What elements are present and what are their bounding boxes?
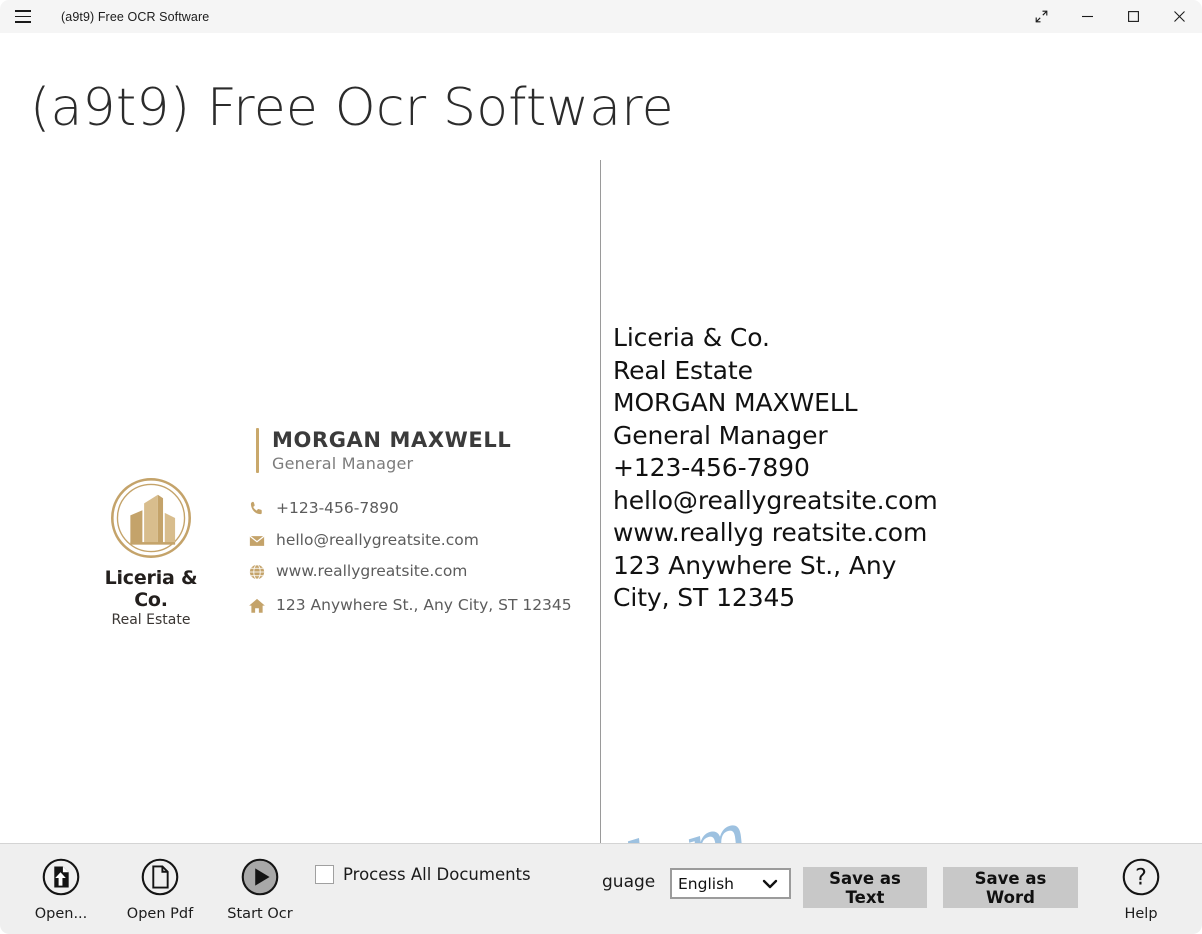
contact-text-phone: +123-456-7890 <box>276 499 399 517</box>
contact-text-website: www.reallygreatsite.com <box>276 562 468 581</box>
card-person-name: MORGAN MAXWELL <box>272 428 512 452</box>
card-logo: Liceria & Co. Real Estate <box>92 475 210 628</box>
window-title: (a9t9) Free OCR Software <box>61 9 210 24</box>
help-button[interactable]: ? Help <box>1093 854 1189 922</box>
language-label: guage <box>602 872 656 892</box>
contact-row-phone: +123-456-7890 <box>248 498 572 519</box>
contact-text-address: 123 Anywhere St., Any City, ST 12345 <box>276 595 572 614</box>
contact-row-website: www.reallygreatsite.com <box>248 561 572 582</box>
process-all-documents-label: Process All Documents <box>343 865 531 884</box>
save-as-text-button[interactable]: Save as Text <box>803 867 927 908</box>
home-icon <box>249 598 265 613</box>
envelope-icon <box>249 535 265 546</box>
app-window: (a9t9) Free OCR Software (a9t9) Free Ocr… <box>0 0 1202 934</box>
contact-row-email: hello@reallygreatsite.com <box>248 530 572 551</box>
pane-divider <box>600 160 601 843</box>
card-contact-list: +123-456-7890 hello@reallygreatsite.com <box>248 498 572 626</box>
start-ocr-button[interactable]: Start Ocr <box>212 854 308 922</box>
contact-text-email: hello@reallygreatsite.com <box>276 530 479 549</box>
open-button[interactable]: Open... <box>13 854 109 922</box>
real-estate-buildings-logo-icon <box>111 478 191 558</box>
content-area: Liceria & Co. Real Estate MORGAN MAXWELL… <box>0 150 1202 934</box>
globe-icon <box>249 564 265 580</box>
open-button-label: Open... <box>34 906 88 922</box>
document-preview[interactable]: Liceria & Co. Real Estate MORGAN MAXWELL… <box>0 150 758 934</box>
play-icon <box>241 858 279 896</box>
language-select[interactable]: English <box>670 868 791 899</box>
gold-accent-bar <box>256 428 259 474</box>
open-file-icon <box>42 858 80 896</box>
ocr-output-text[interactable]: Liceria & Co. Real Estate MORGAN MAXWELL… <box>613 322 1173 615</box>
checkbox-box[interactable] <box>315 865 334 884</box>
maximize-icon[interactable] <box>1110 0 1156 33</box>
expand-diagonal-icon[interactable] <box>1018 0 1064 33</box>
contact-row-address: 123 Anywhere St., Any City, ST 12345 <box>248 595 572 616</box>
phone-icon <box>250 501 262 515</box>
process-all-documents-checkbox[interactable]: Process All Documents <box>315 865 531 884</box>
open-pdf-button-label: Open Pdf <box>126 906 194 922</box>
hamburger-line <box>15 21 31 23</box>
start-ocr-button-label: Start Ocr <box>227 906 293 922</box>
help-question-icon: ? <box>1122 858 1160 896</box>
close-icon[interactable] <box>1156 0 1202 33</box>
card-person-role: General Manager <box>272 454 414 474</box>
svg-text:?: ? <box>1135 866 1147 891</box>
open-pdf-button[interactable]: Open Pdf <box>112 854 208 922</box>
hamburger-menu-icon[interactable] <box>0 0 46 33</box>
save-as-word-button[interactable]: Save as Word <box>943 867 1078 908</box>
card-company-subtitle: Real Estate <box>111 612 191 628</box>
title-bar: (a9t9) Free OCR Software <box>0 0 1202 33</box>
help-button-label: Help <box>1124 906 1158 922</box>
window-controls <box>1018 0 1202 33</box>
pdf-document-icon <box>141 858 179 896</box>
card-company-name: Liceria & Co. <box>104 567 198 611</box>
card-name-block: MORGAN MAXWELL General Manager <box>256 428 512 474</box>
hamburger-line <box>15 15 31 18</box>
minimize-icon[interactable] <box>1064 0 1110 33</box>
hamburger-line <box>15 10 31 12</box>
page-title: (a9t9) Free Ocr Software <box>30 78 674 138</box>
